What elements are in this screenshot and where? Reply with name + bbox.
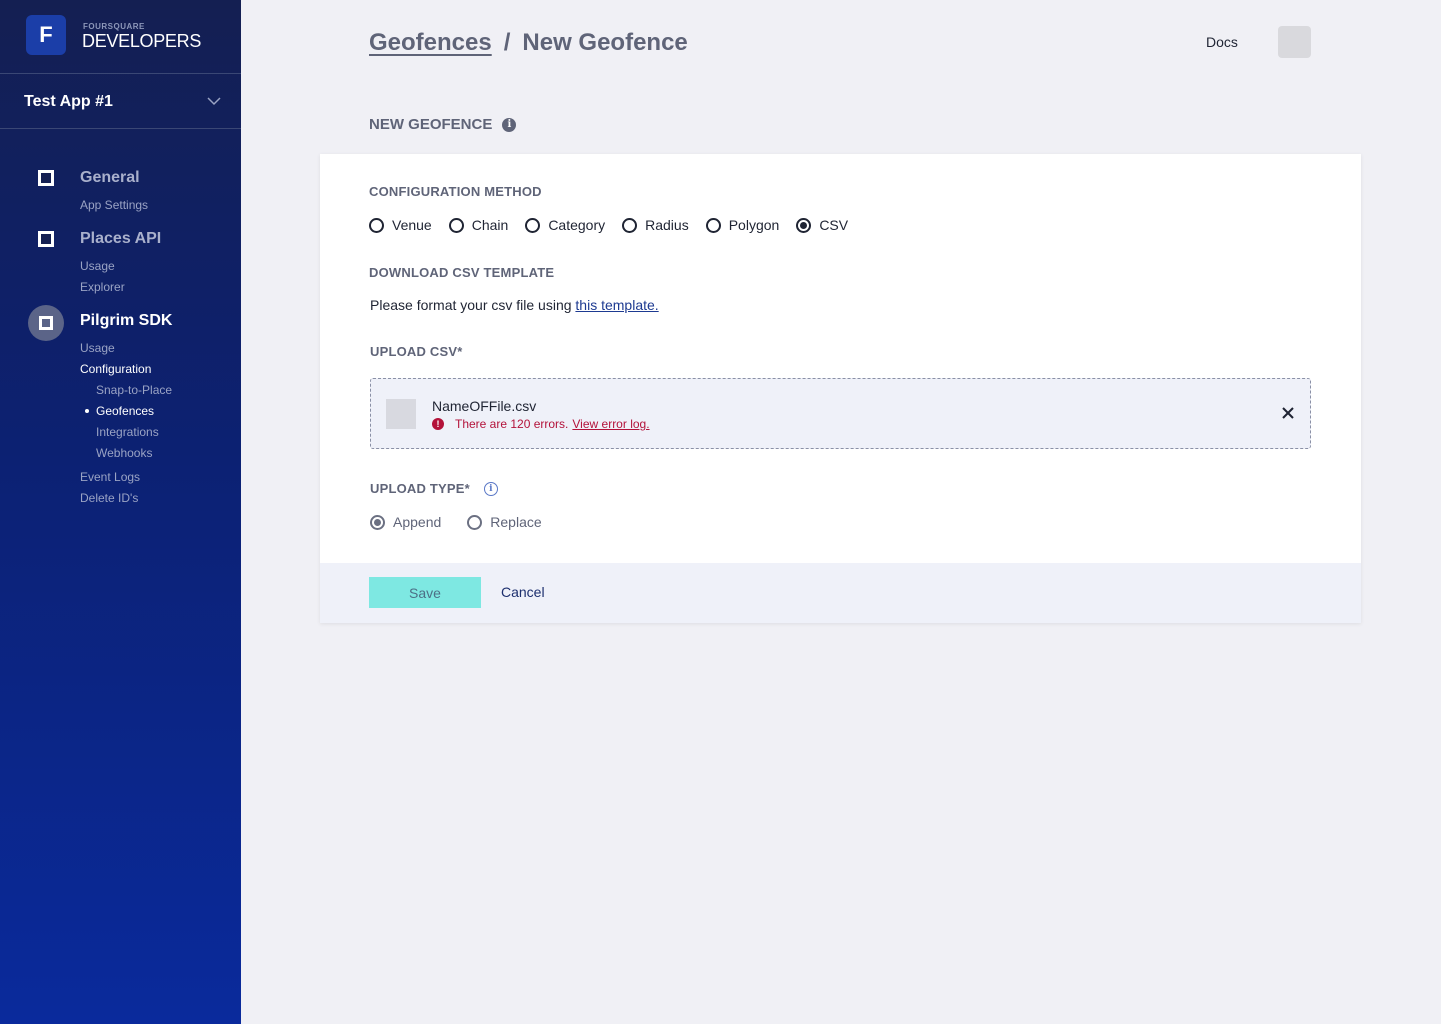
radio-label: Radius xyxy=(645,217,689,233)
docs-link[interactable]: Docs xyxy=(1206,34,1238,50)
sidebar-divider xyxy=(0,128,241,129)
upload-csv-label: UPLOAD CSV* xyxy=(370,344,463,359)
radio-label: Polygon xyxy=(728,217,780,233)
error-text: There are 120 errors. xyxy=(455,417,569,431)
sidebar-item-configuration[interactable]: Configuration xyxy=(80,362,151,376)
sidebar-item-geofences[interactable]: Geofences xyxy=(96,404,154,418)
radio-button[interactable] xyxy=(525,217,541,233)
file-name: NameOFFile.csv xyxy=(432,398,537,414)
radio-csv[interactable]: CSV xyxy=(796,217,848,233)
sidebar-item-webhooks[interactable]: Webhooks xyxy=(96,446,152,460)
radio-label: Append xyxy=(393,514,442,530)
sidebar-item-explorer[interactable]: Explorer xyxy=(80,280,125,294)
sidebar-item-snap-to-place[interactable]: Snap-to-Place xyxy=(96,383,172,397)
info-icon[interactable]: i xyxy=(483,481,498,496)
config-method-label: CONFIGURATION METHOD xyxy=(369,184,542,199)
sidebar-item-integrations[interactable]: Integrations xyxy=(96,425,159,439)
radio-label: Replace xyxy=(490,514,542,530)
template-text: Please format your csv file using xyxy=(370,297,572,313)
breadcrumb-geofences-link[interactable]: Geofences xyxy=(369,29,492,57)
upload-type-text: UPLOAD TYPE* xyxy=(370,481,470,496)
radio-button-selected[interactable] xyxy=(370,514,385,530)
brand-title: DEVELOPERS xyxy=(82,31,202,51)
radio-button[interactable] xyxy=(448,217,464,233)
radio-button[interactable] xyxy=(369,217,384,233)
radio-replace[interactable]: Replace xyxy=(467,514,542,530)
download-template-label: DOWNLOAD CSV TEMPLATE xyxy=(369,265,555,280)
upload-type-label: UPLOAD TYPE* i xyxy=(370,481,498,496)
breadcrumb-separator: / xyxy=(503,29,511,56)
general-icon xyxy=(38,170,54,186)
radio-label: Venue xyxy=(392,217,432,233)
pilgrim-sdk-icon xyxy=(28,305,64,341)
breadcrumb: Geofences / New Geofence xyxy=(369,29,688,57)
sidebar-item-delete-ids[interactable]: Delete ID's xyxy=(80,491,138,505)
sidebar-item-event-logs[interactable]: Event Logs xyxy=(80,470,140,484)
app-selector[interactable]: Test App #1 xyxy=(0,74,241,129)
upload-dropzone[interactable]: NameOFFile.csv ! There are 120 errors. V… xyxy=(370,378,1311,449)
template-instructions: Please format your csv file using this t… xyxy=(370,297,659,313)
config-method-radio-group: Venue Chain Category Radius Polygon CSV xyxy=(369,217,865,233)
avatar[interactable] xyxy=(1278,26,1311,58)
upload-type-radio-group: Append Replace xyxy=(370,514,568,530)
upload-error: ! There are 120 errors. View error log. xyxy=(432,417,650,431)
app-selector-label: Test App #1 xyxy=(24,92,113,110)
radio-label: Chain xyxy=(471,217,509,233)
foursquare-logo-icon: F xyxy=(26,15,66,55)
brand-logo[interactable]: F FOURSQUARE DEVELOPERS xyxy=(26,15,226,59)
template-link[interactable]: this template. xyxy=(575,297,658,313)
info-icon[interactable]: i xyxy=(502,117,517,132)
page-title: New Geofence xyxy=(522,29,688,56)
save-button[interactable]: Save xyxy=(369,577,481,608)
radio-venue[interactable]: Venue xyxy=(369,217,432,233)
radio-polygon[interactable]: Polygon xyxy=(705,217,780,233)
sidebar: F FOURSQUARE DEVELOPERS Test App #1 Gene… xyxy=(0,0,241,1024)
sidebar-item-app-settings[interactable]: App Settings xyxy=(80,198,148,212)
radio-button-selected[interactable] xyxy=(796,217,812,233)
radio-append[interactable]: Append xyxy=(370,514,441,530)
radio-chain[interactable]: Chain xyxy=(448,217,509,233)
chevron-down-icon xyxy=(207,97,221,106)
radio-category[interactable]: Category xyxy=(525,217,605,233)
radio-button[interactable] xyxy=(467,514,483,530)
geofence-form-card: CONFIGURATION METHOD Venue Chain Categor… xyxy=(320,154,1361,623)
radio-button[interactable] xyxy=(622,217,638,233)
section-title-text: NEW GEOFENCE xyxy=(369,116,493,133)
cancel-button[interactable]: Cancel xyxy=(501,584,545,600)
view-error-log-link[interactable]: View error log. xyxy=(572,417,649,431)
section-title: NEW GEOFENCE i xyxy=(369,116,517,133)
sidebar-item-general[interactable]: General xyxy=(80,169,140,187)
file-thumbnail xyxy=(386,399,416,429)
sidebar-item-places-api[interactable]: Places API xyxy=(80,230,161,248)
radio-label: CSV xyxy=(819,217,849,233)
error-icon: ! xyxy=(432,418,444,430)
active-bullet xyxy=(85,409,89,413)
radio-label: Category xyxy=(548,217,606,233)
brand-small-text: FOURSQUARE xyxy=(83,22,145,31)
radio-button[interactable] xyxy=(705,217,721,233)
radio-radius[interactable]: Radius xyxy=(622,217,689,233)
close-icon[interactable] xyxy=(1280,405,1296,421)
sidebar-item-pilgrim-sdk[interactable]: Pilgrim SDK xyxy=(80,312,172,330)
places-api-icon xyxy=(38,231,54,247)
sidebar-item-pilgrim-usage[interactable]: Usage xyxy=(80,341,115,355)
sidebar-item-places-usage[interactable]: Usage xyxy=(80,259,115,273)
